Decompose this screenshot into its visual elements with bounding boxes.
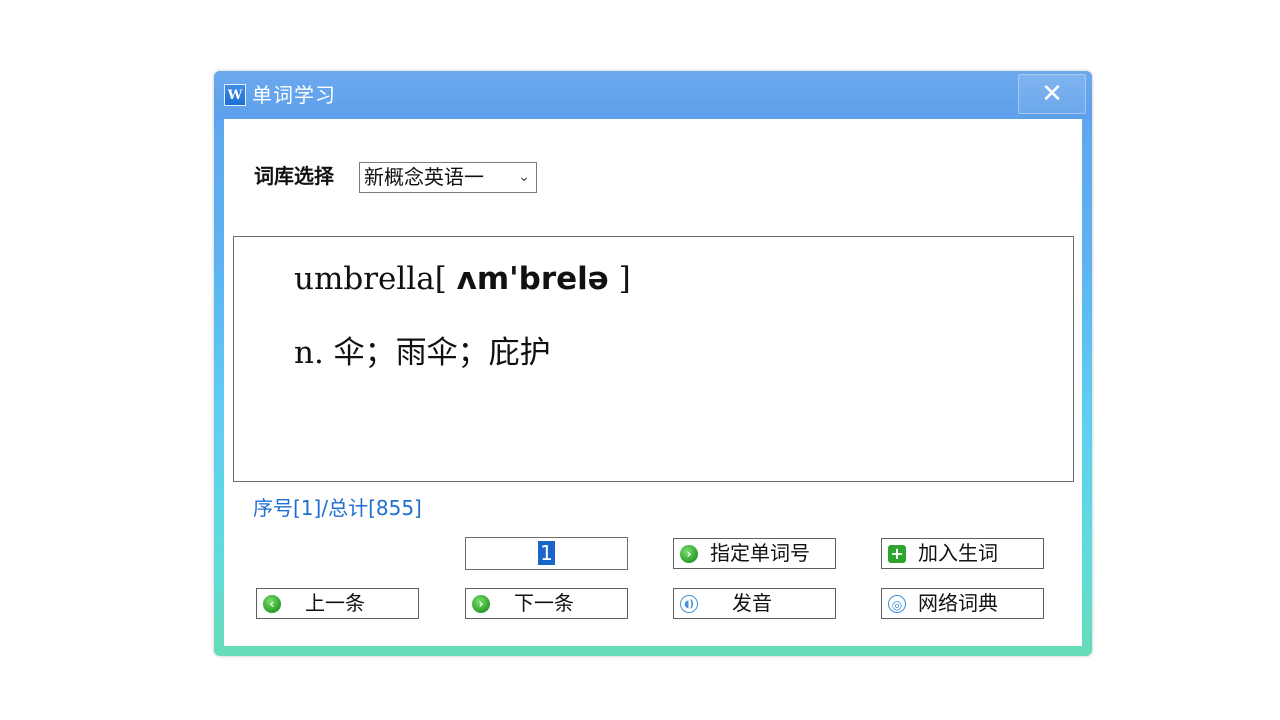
add-new-word-button[interactable]: + 加入生词 (881, 538, 1044, 569)
library-select[interactable]: 新概念英语一 ⌄ (359, 162, 537, 193)
web-dictionary-button[interactable]: ◎ 网络词典 (881, 588, 1044, 619)
next-label: 下一条 (514, 591, 574, 615)
close-icon: ✕ (1041, 79, 1063, 109)
phonetic-text: ʌm'brelə (456, 261, 609, 297)
client-area: 词库选择 新概念英语一 ⌄ umbrella[ ʌm'brelə ] n. 伞；… (224, 119, 1082, 646)
word-number-input[interactable]: 1 (465, 537, 628, 570)
prev-button[interactable]: ‹ 上一条 (256, 588, 419, 619)
prev-label: 上一条 (305, 591, 365, 615)
word-app-icon: W (224, 84, 246, 106)
plus-icon: + (888, 545, 906, 563)
pronounce-label: 发音 (732, 591, 772, 615)
position-counter: 序号[1]/总计[855] (253, 496, 422, 520)
phonetic-open: [ (434, 261, 457, 297)
word-study-window: W 单词学习 ✕ 词库选择 新概念英语一 ⌄ umbrella[ ʌm'brel… (214, 71, 1092, 656)
library-label: 词库选择 (254, 164, 334, 188)
speaker-icon: ◖) (680, 595, 698, 613)
add-new-word-label: 加入生词 (918, 541, 998, 565)
pronounce-button[interactable]: ◖) 发音 (673, 588, 836, 619)
globe-icon: ◎ (888, 595, 906, 613)
goto-word-label: 指定单词号 (710, 541, 810, 565)
meaning-text: n. 伞；雨伞；庇护 (294, 335, 551, 371)
next-button[interactable]: › 下一条 (465, 588, 628, 619)
arrow-right-icon: › (680, 545, 698, 563)
goto-word-button[interactable]: › 指定单词号 (673, 538, 836, 569)
word-line: umbrella[ ʌm'brelə ] (294, 259, 631, 299)
word-text: umbrella (294, 261, 435, 297)
arrow-right-icon: › (472, 595, 490, 613)
chevron-down-icon: ⌄ (518, 169, 530, 185)
arrow-left-icon: ‹ (263, 595, 281, 613)
window-title: 单词学习 (252, 83, 336, 107)
title-bar: W 单词学习 ✕ (214, 71, 1092, 119)
word-display-box: umbrella[ ʌm'brelə ] n. 伞；雨伞；庇护 (233, 236, 1074, 482)
close-button[interactable]: ✕ (1018, 74, 1086, 114)
word-number-value: 1 (538, 541, 555, 565)
web-dictionary-label: 网络词典 (918, 591, 998, 615)
library-select-value: 新概念英语一 (364, 165, 484, 189)
phonetic-close: ] (608, 261, 631, 297)
